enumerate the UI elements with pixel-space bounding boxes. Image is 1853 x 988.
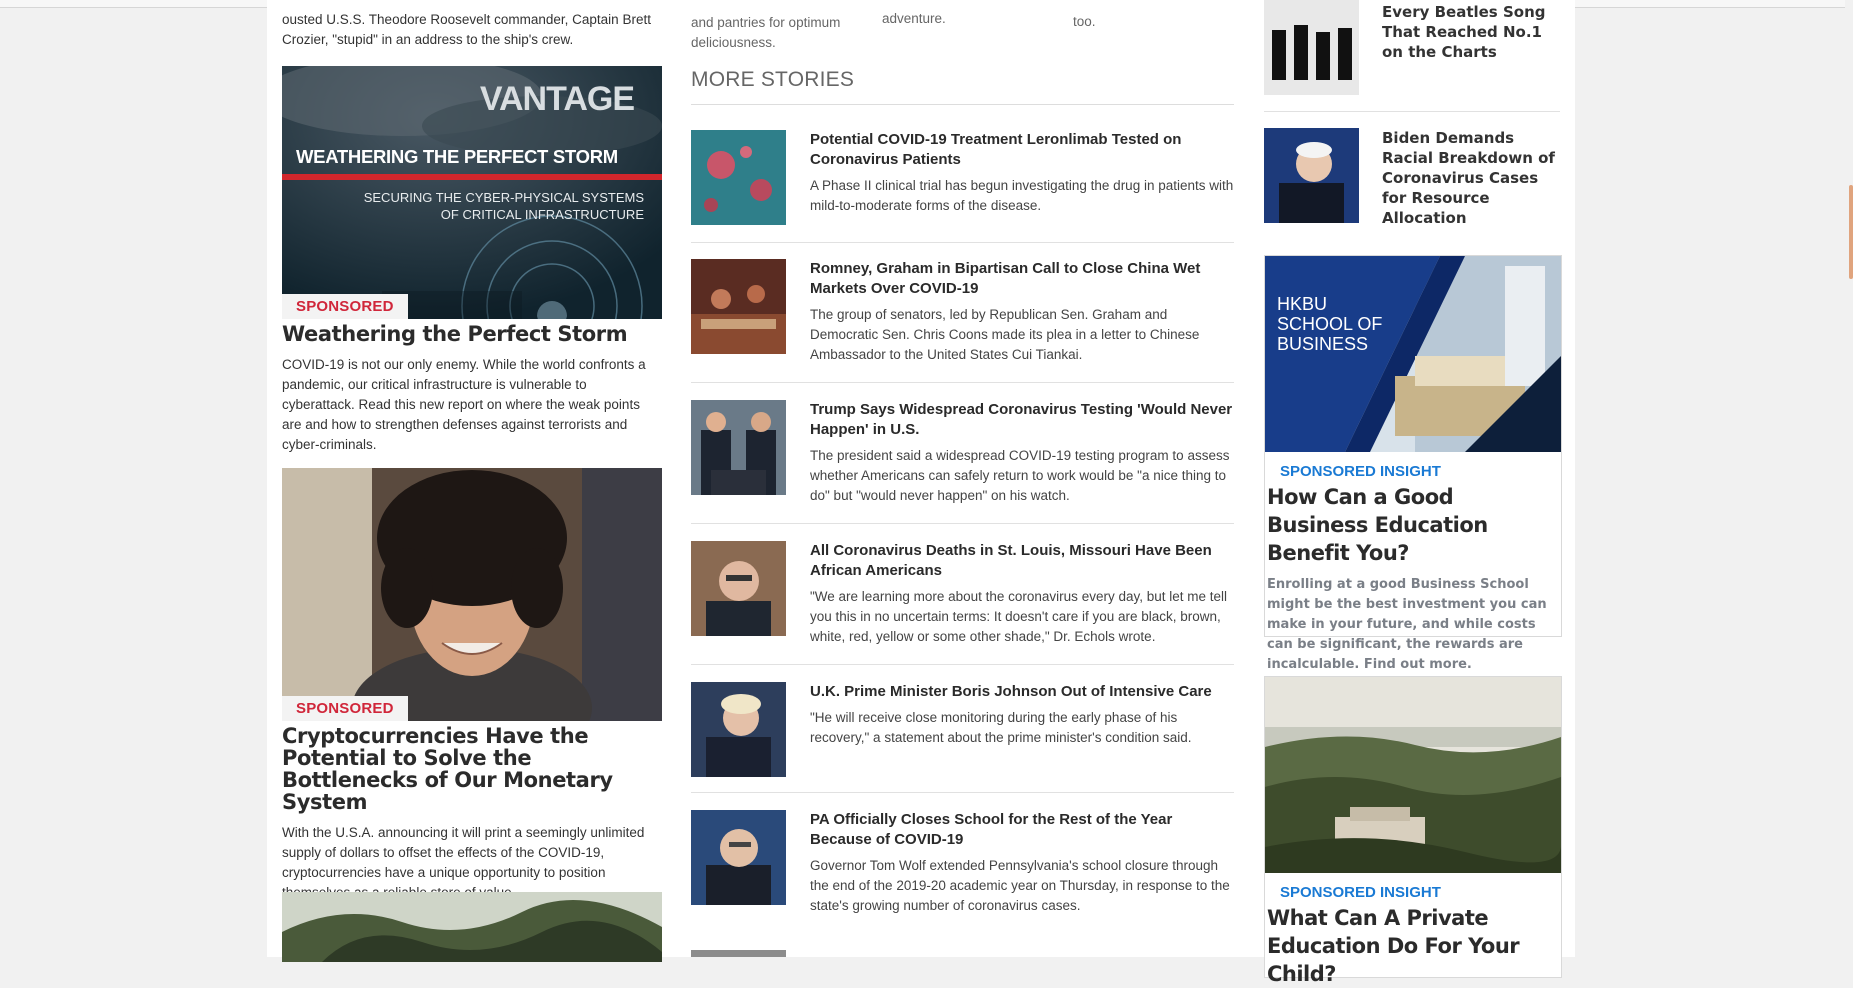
right-story-title[interactable]: Biden Demands Racial Breakdown of Corona… — [1382, 128, 1558, 228]
insight-desc: Enrolling at a good Business School migh… — [1267, 577, 1547, 672]
sponsored-card-title[interactable]: Cryptocurrencies Have the Potential to S… — [282, 725, 662, 813]
sponsored-card-vantage[interactable]: VANTAGE WEATHERING THE PERFECT STORM SEC… — [282, 66, 662, 455]
sponsored-card-title[interactable]: Weathering the Perfect Storm — [282, 323, 662, 345]
biden-thumbnail — [1264, 128, 1359, 223]
story-desc: Governor Tom Wolf extended Pennsylvania'… — [810, 858, 1230, 913]
hkbu-banner: HKBU SCHOOL OF BUSINESS — [1265, 256, 1561, 452]
hkbu-line-1: HKBU — [1277, 294, 1328, 314]
vantage-headline: WEATHERING THE PERFECT STORM — [296, 146, 618, 167]
campus-landscape-image — [1265, 677, 1561, 873]
doctor-portrait-thumbnail — [691, 541, 786, 636]
story-desc: The group of senators, led by Republican… — [810, 307, 1200, 362]
story-desc: The president said a widespread COVID-19… — [810, 448, 1230, 503]
sponsored-card-crypto[interactable]: SPONSORED Cryptocurrencies Have the Pote… — [282, 468, 662, 903]
story-item[interactable]: Trump Says Widespread Coronavirus Testin… — [691, 400, 1234, 524]
sponsored-insight-card-hkbu[interactable]: HKBU SCHOOL OF BUSINESS SPONSORED INSIGH… — [1264, 255, 1562, 672]
scrollbar[interactable] — [1845, 0, 1853, 957]
sponsored-card-tree-image[interactable] — [282, 892, 662, 962]
recommended-snippet-1[interactable]: and pantries for optimum deliciousness. — [691, 13, 851, 53]
recommended-snippet-2[interactable]: adventure. — [882, 9, 1042, 29]
story-title[interactable]: Trump Says Widespread Coronavirus Testin… — [810, 400, 1234, 440]
tom-wolf-thumbnail — [691, 810, 786, 905]
right-story-title[interactable]: Every Beatles Song That Reached No.1 on … — [1382, 2, 1558, 62]
story-title[interactable]: Potential COVID-19 Treatment Leronlimab … — [810, 130, 1234, 170]
sponsored-card-desc: With the U.S.A. announcing it will print… — [282, 825, 645, 900]
right-story-item[interactable]: Biden Demands Racial Breakdown of Corona… — [1264, 128, 1560, 227]
insight-title[interactable]: What Can A Private Education Do For Your… — [1265, 901, 1561, 988]
virus-thumbnail — [691, 130, 786, 225]
article-snippet-continued: ousted U.S.S. Theodore Roosevelt command… — [282, 12, 651, 47]
boris-johnson-thumbnail — [691, 682, 786, 777]
sponsored-insight-card-private-education[interactable]: SPONSORED INSIGHT What Can A Private Edu… — [1264, 676, 1562, 986]
story-item[interactable]: Potential COVID-19 Treatment Leronlimab … — [691, 130, 1234, 243]
white-house-briefing-thumbnail — [691, 400, 786, 495]
wet-market-thumbnail — [691, 259, 786, 354]
more-stories-heading: MORE STORIES — [691, 68, 1234, 105]
vantage-sub-1: SECURING THE CYBER-PHYSICAL SYSTEMS — [363, 190, 644, 205]
story-desc: A Phase II clinical trial has begun inve… — [810, 178, 1234, 213]
insight-title[interactable]: How Can a Good Business Education Benefi… — [1265, 480, 1561, 567]
crypto-portrait-photo: SPONSORED — [282, 468, 662, 721]
story-item[interactable]: U.K. Prime Minister Boris Johnson Out of… — [691, 682, 1234, 793]
sponsored-insight-label: SPONSORED INSIGHT — [1280, 884, 1441, 901]
hkbu-line-3: BUSINESS — [1277, 334, 1369, 354]
story-title[interactable]: PA Officially Closes School for the Rest… — [810, 810, 1234, 850]
story-item-partial[interactable] — [691, 950, 786, 957]
sponsored-insight-label: SPONSORED INSIGHT — [1280, 463, 1441, 480]
vantage-storm-banner: VANTAGE WEATHERING THE PERFECT STORM SEC… — [282, 66, 662, 319]
hkbu-line-2: SCHOOL OF — [1277, 314, 1383, 334]
story-item[interactable]: All Coronavirus Deaths in St. Louis, Mis… — [691, 541, 1234, 665]
sponsored-badge: SPONSORED — [282, 696, 408, 721]
story-desc: "We are learning more about the coronavi… — [810, 589, 1228, 644]
sponsored-card-desc: COVID-19 is not our only enemy. While th… — [282, 357, 646, 452]
story-item[interactable]: Romney, Graham in Bipartisan Call to Clo… — [691, 259, 1234, 383]
story-desc: "He will receive close monitoring during… — [810, 710, 1192, 745]
right-story-item[interactable]: Every Beatles Song That Reached No.1 on … — [1264, 0, 1560, 112]
beatles-thumbnail — [1264, 0, 1359, 95]
story-item[interactable]: PA Officially Closes School for the Rest… — [691, 810, 1234, 950]
sponsored-badge: SPONSORED — [282, 294, 408, 319]
vantage-brand: VANTAGE — [479, 80, 635, 118]
story-title[interactable]: Romney, Graham in Bipartisan Call to Clo… — [810, 259, 1234, 299]
scrollbar-thumb[interactable] — [1849, 185, 1853, 279]
story-title[interactable]: U.K. Prime Minister Boris Johnson Out of… — [810, 682, 1234, 702]
vantage-sub-2: OF CRITICAL INFRASTRUCTURE — [440, 207, 644, 222]
story-title[interactable]: All Coronavirus Deaths in St. Louis, Mis… — [810, 541, 1234, 581]
recommended-snippet-3[interactable]: too. — [1073, 12, 1233, 32]
